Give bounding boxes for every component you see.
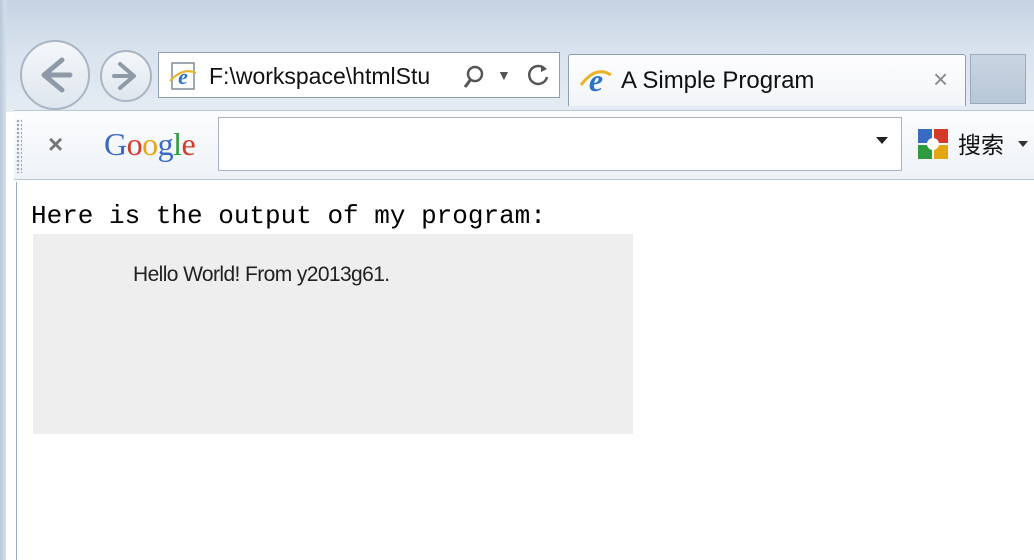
- address-text[interactable]: F:\workspace\htmlStu: [209, 62, 459, 90]
- program-output-text: Hello World! From y2013g61.: [133, 263, 390, 286]
- window-frame-left: [0, 0, 6, 560]
- address-bar[interactable]: e F:\workspace\htmlStu ▼: [158, 52, 560, 98]
- search-button-label: 搜索: [958, 132, 1004, 158]
- program-output-box: Hello World! From y2013g61.: [33, 234, 633, 434]
- google-toolbar: × Google 搜索: [14, 110, 1034, 180]
- search-dropdown-icon[interactable]: [876, 137, 888, 144]
- page-content: Here is the output of my program: Hello …: [16, 182, 1034, 560]
- tab-title: A Simple Program: [621, 67, 815, 94]
- google-search-button[interactable]: 搜索: [914, 125, 1034, 165]
- search-button-dropdown-icon[interactable]: [1018, 141, 1028, 147]
- google-search-icon: [918, 129, 948, 159]
- tab-close-icon[interactable]: ×: [933, 65, 948, 93]
- svg-text:e: e: [589, 63, 603, 97]
- ie-page-icon: e: [169, 62, 197, 90]
- page-heading: Here is the output of my program:: [31, 201, 546, 231]
- tab-a-simple-program[interactable]: e A Simple Program ×: [568, 54, 966, 106]
- back-button[interactable]: [20, 40, 90, 110]
- toolbar-close-icon[interactable]: ×: [48, 129, 63, 159]
- back-arrow-icon: [41, 57, 73, 93]
- search-icon[interactable]: [461, 63, 489, 91]
- google-logo[interactable]: Google: [104, 125, 196, 163]
- forward-arrow-icon: [112, 62, 136, 90]
- svg-text:e: e: [178, 64, 188, 89]
- ie-page-icon: e: [579, 63, 612, 97]
- forward-button[interactable]: [100, 50, 152, 102]
- refresh-icon[interactable]: [525, 61, 553, 89]
- google-search-input[interactable]: [218, 117, 902, 171]
- dropdown-arrow-icon[interactable]: ▼: [497, 67, 511, 83]
- toolbar-grip[interactable]: [16, 119, 22, 173]
- new-tab-button[interactable]: [970, 54, 1026, 104]
